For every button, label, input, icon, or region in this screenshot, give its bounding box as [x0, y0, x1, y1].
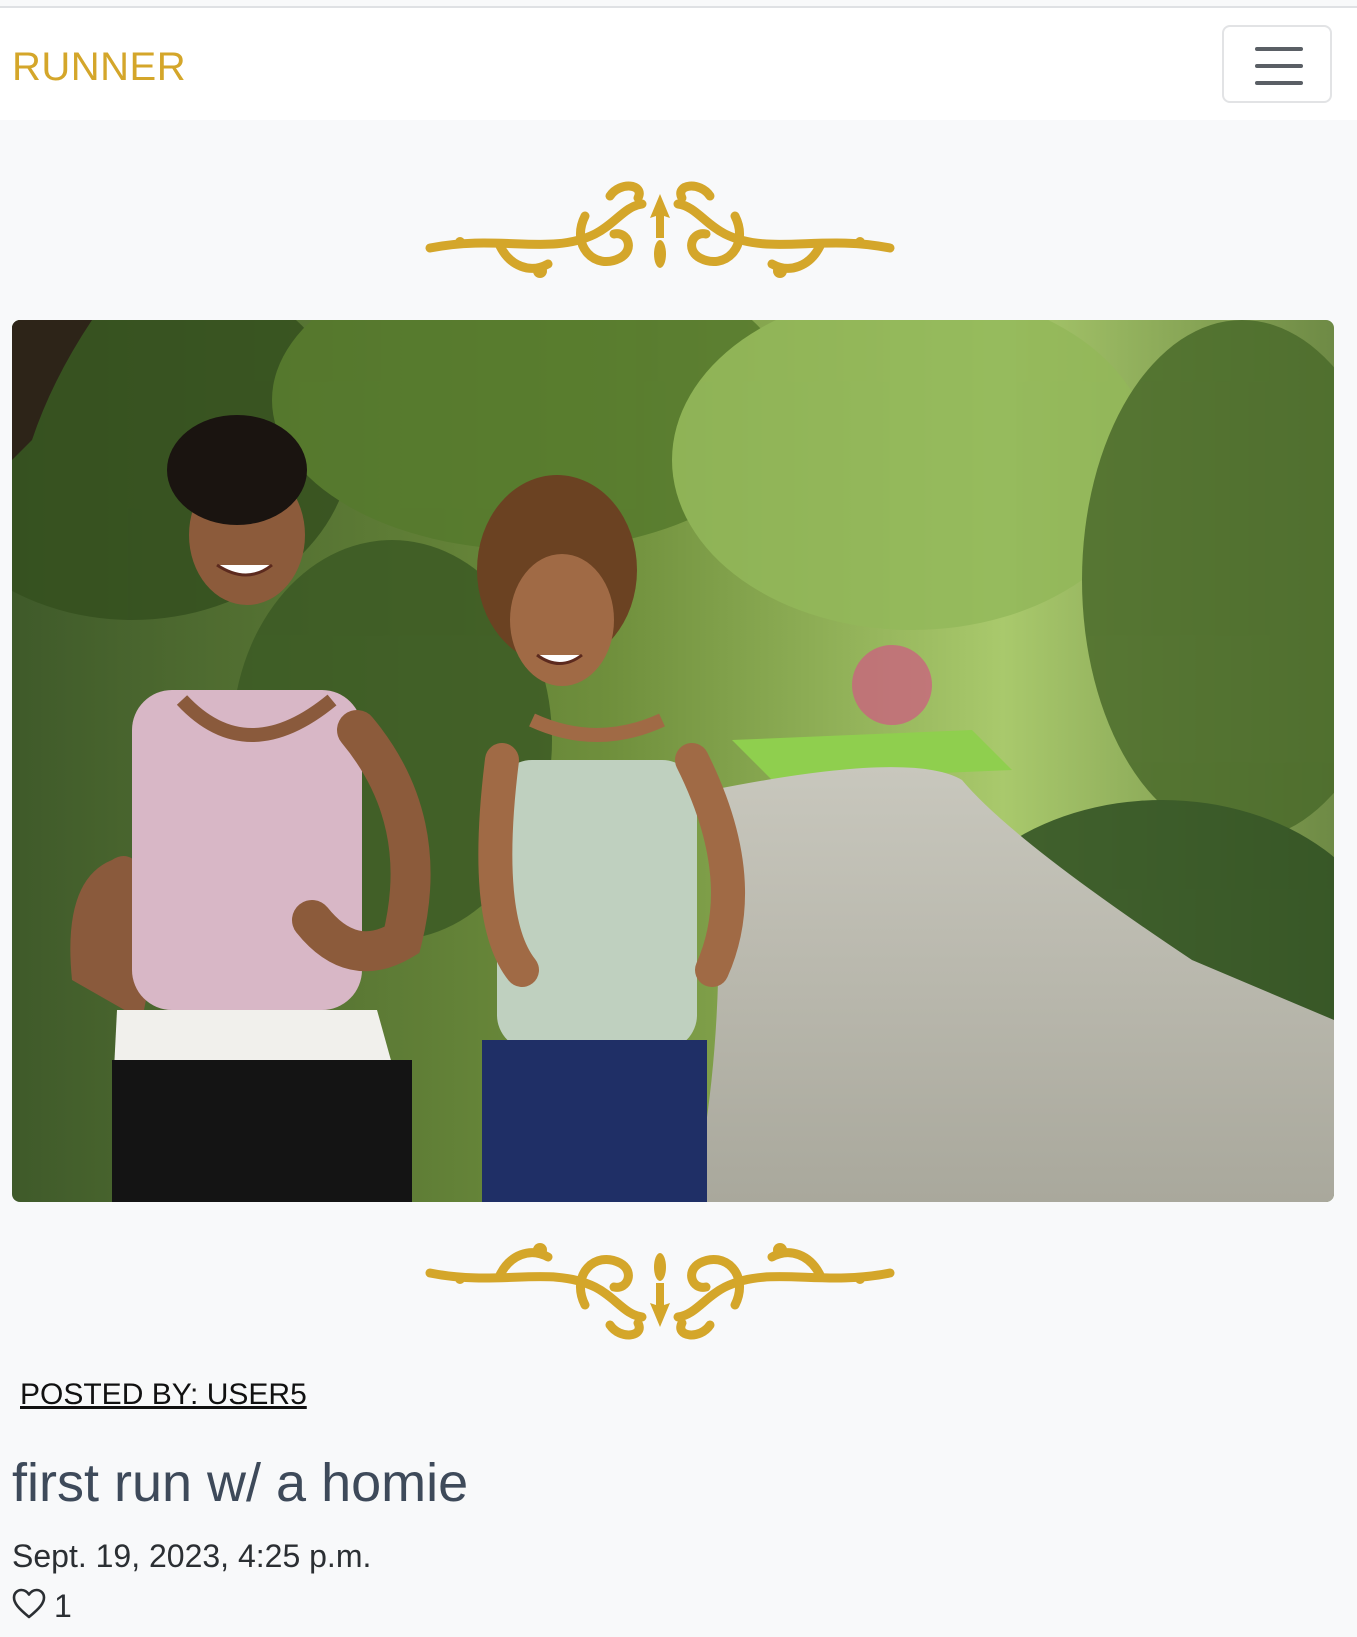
post-date: Sept. 19, 2023, 4:25 p.m. — [12, 1538, 372, 1574]
post-title: first run w/ a homie — [12, 1453, 469, 1513]
navbar-toggle-button[interactable] — [1222, 25, 1332, 103]
brand-link[interactable]: RUNNER — [12, 45, 186, 90]
like-count: 1 — [54, 1587, 72, 1624]
post-image — [12, 320, 1334, 1202]
post-author-link[interactable]: POSTED BY: USER5 — [20, 1378, 307, 1412]
heart-icon[interactable] — [12, 1588, 46, 1625]
navbar: RUNNER — [0, 8, 1357, 120]
ornament-top-icon — [425, 181, 895, 278]
like-container: 1 — [12, 1588, 72, 1624]
ornament-bottom-icon — [425, 1243, 895, 1340]
